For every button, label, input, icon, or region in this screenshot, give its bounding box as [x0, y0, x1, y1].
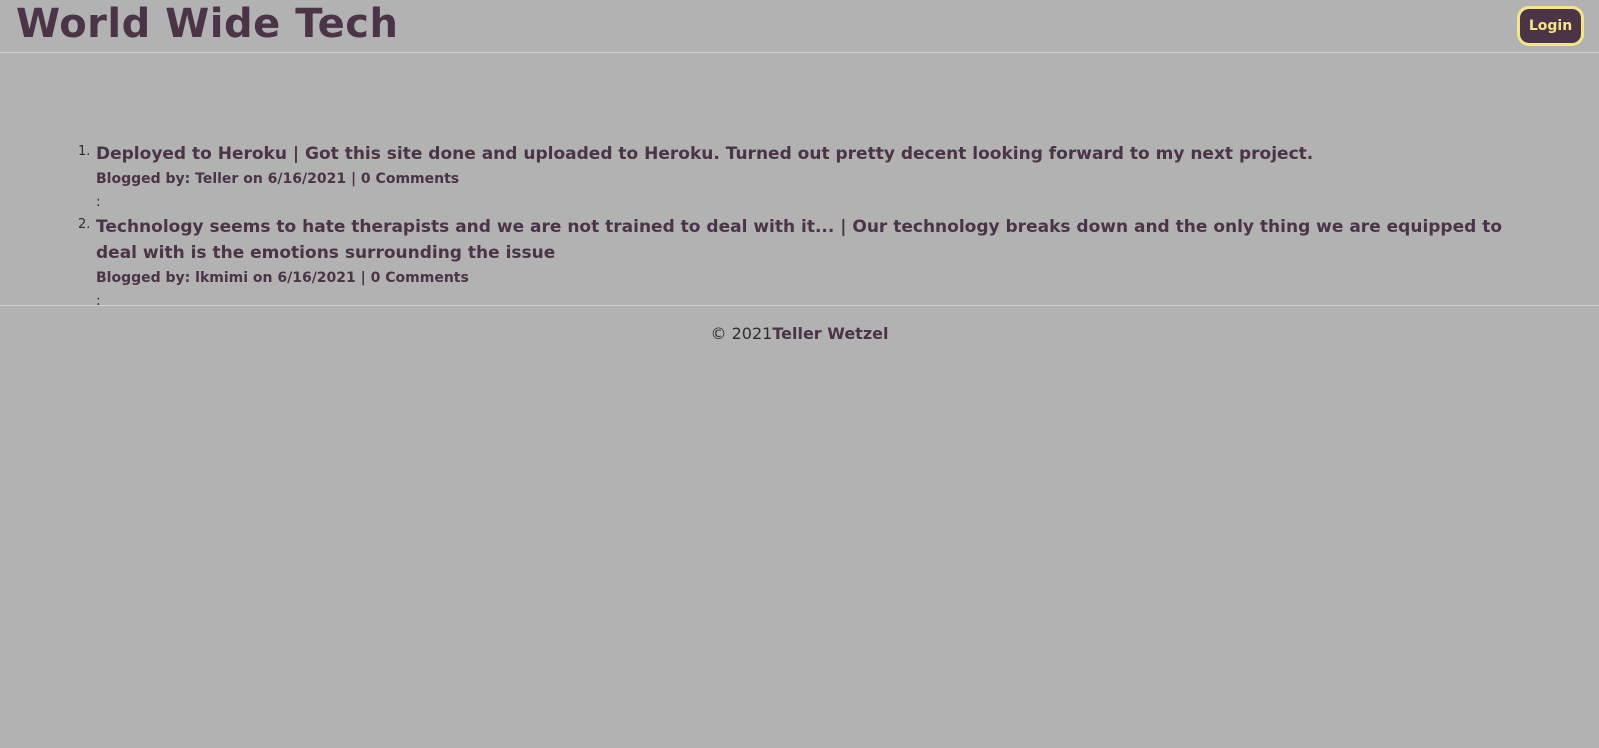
post-meta: Blogged by: lkmimi on 6/16/2021 | 0 Comm… — [96, 270, 469, 286]
post-title-link[interactable]: Deployed to Heroku | Got this site done … — [96, 141, 1536, 167]
post-separator: : — [96, 194, 101, 210]
post-meta: Blogged by: Teller on 6/16/2021 | 0 Comm… — [96, 171, 460, 187]
site-header: World Wide Tech Login — [0, 0, 1599, 53]
footer-author-name: Teller Wetzel — [772, 324, 889, 343]
post-list: Deployed to Heroku | Got this site done … — [78, 141, 1546, 313]
footer-copyright: © 2021 — [710, 324, 773, 343]
post-separator: : — [96, 293, 101, 309]
post-title-link[interactable]: Technology seems to hate therapists and … — [96, 214, 1536, 266]
login-button[interactable]: Login — [1517, 6, 1584, 46]
list-item: Deployed to Heroku | Got this site done … — [78, 141, 1546, 214]
main-content: Deployed to Heroku | Got this site done … — [0, 53, 1599, 309]
site-title[interactable]: World Wide Tech — [16, 0, 398, 48]
list-item: Technology seems to hate therapists and … — [78, 214, 1546, 313]
